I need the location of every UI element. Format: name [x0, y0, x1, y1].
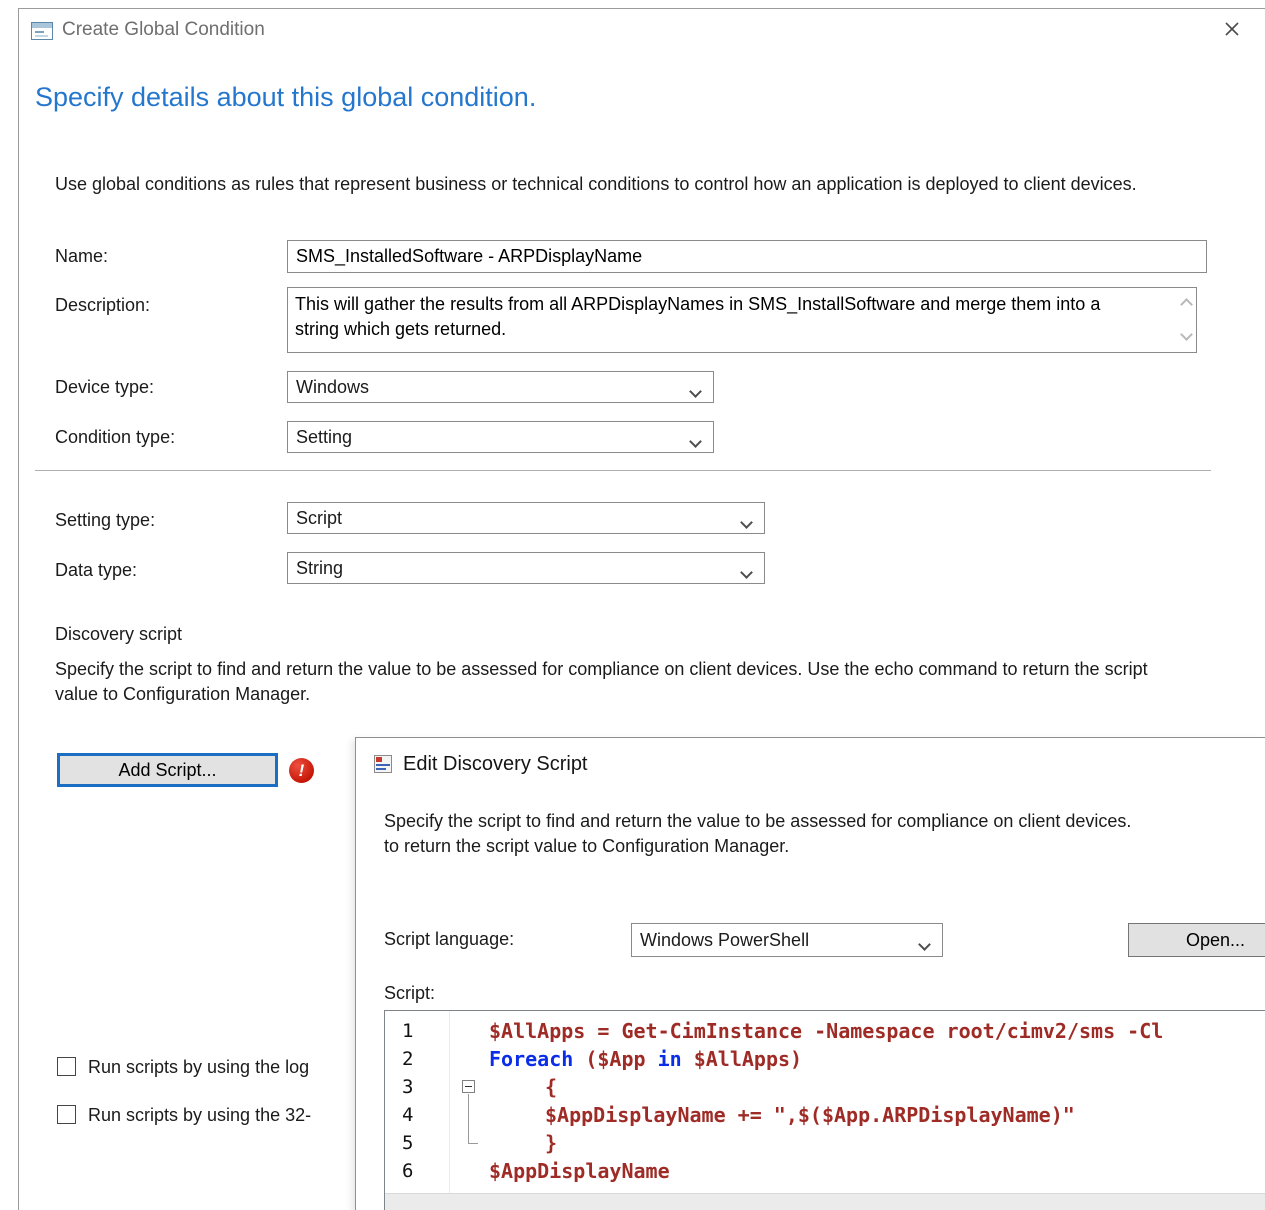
name-input[interactable] — [287, 240, 1207, 273]
fold-toggle-icon[interactable] — [462, 1080, 475, 1093]
script-code-editor[interactable]: 1 $AllApps = Get-CimInstance -Namespace r… — [384, 1010, 1265, 1210]
code-text: $AllApps = Get-CimInstance -Namespace ro… — [489, 1017, 1163, 1045]
condition-type-select[interactable]: Setting — [287, 421, 714, 453]
window-icon — [30, 19, 54, 43]
name-label: Name: — [55, 246, 108, 267]
device-type-label: Device type: — [55, 377, 154, 398]
data-type-label: Data type: — [55, 560, 137, 581]
line-number: 5 — [385, 1129, 449, 1157]
line-number: 3 — [385, 1073, 449, 1101]
edit-discovery-script-dialog: Edit Discovery Script Specify the script… — [355, 737, 1265, 1210]
code-line[interactable]: 3{ — [385, 1073, 1265, 1101]
chevron-down-icon — [691, 380, 700, 401]
discovery-script-title: Discovery script — [55, 624, 182, 645]
chevron-down-icon — [691, 430, 700, 451]
chevron-down-icon — [742, 561, 751, 582]
run-scripts-32bit-label: Run scripts by using the 32- — [88, 1105, 311, 1126]
description-label: Description: — [55, 295, 150, 316]
code-line[interactable]: 2 Foreach ($App in $AllApps) — [385, 1045, 1265, 1073]
discovery-script-description: Specify the script to find and return th… — [55, 657, 1155, 707]
code-text: { — [489, 1073, 557, 1101]
open-button[interactable]: Open... — [1128, 923, 1265, 957]
code-line[interactable]: 5} — [385, 1129, 1265, 1157]
close-button[interactable] — [1219, 16, 1245, 42]
data-type-select[interactable]: String — [287, 552, 765, 584]
edit-dialog-title: Edit Discovery Script — [403, 753, 588, 776]
condition-type-label: Condition type: — [55, 427, 175, 448]
code-line[interactable]: 4 $AppDisplayName += ",$($App.ARPDisplayN… — [385, 1101, 1265, 1129]
close-icon — [1222, 19, 1242, 39]
code-text: $AppDisplayName — [489, 1157, 670, 1185]
edit-dialog-description-line2: to return the script value to Configurat… — [384, 836, 1265, 857]
script-language-label: Script language: — [384, 929, 514, 950]
create-global-condition-window: Create Global Condition Specify details … — [0, 0, 1265, 1210]
line-number: 4 — [385, 1101, 449, 1129]
chevron-down-icon — [742, 511, 751, 532]
run-scripts-logged-on-user-label: Run scripts by using the log — [88, 1057, 309, 1078]
line-number: 1 — [385, 1017, 449, 1045]
device-type-select[interactable]: Windows — [287, 371, 714, 403]
script-language-select[interactable]: Windows PowerShell — [631, 923, 943, 957]
code-line[interactable]: 6 $AppDisplayName — [385, 1157, 1265, 1185]
fold-margin — [449, 1073, 489, 1101]
script-dialog-icon — [372, 753, 394, 775]
validation-error-icon: ! — [289, 758, 314, 783]
intro-text: Use global conditions as rules that repr… — [55, 172, 1155, 197]
description-textarea[interactable]: This will gather the results from all AR… — [288, 288, 1133, 352]
data-type-value: String — [296, 558, 343, 579]
run-scripts-logged-on-user-checkbox[interactable] — [57, 1057, 76, 1076]
fold-margin — [449, 1017, 489, 1045]
section-divider — [35, 470, 1211, 471]
line-number: 2 — [385, 1045, 449, 1073]
chevron-down-icon — [920, 933, 929, 954]
fold-margin — [449, 1101, 489, 1129]
condition-type-value: Setting — [296, 427, 352, 448]
horizontal-scrollbar[interactable] — [385, 1193, 1265, 1210]
code-text: Foreach ($App in $AllApps) — [489, 1045, 802, 1073]
line-number: 6 — [385, 1157, 449, 1185]
add-script-button[interactable]: Add Script... — [57, 753, 278, 787]
window-title: Create Global Condition — [62, 19, 265, 41]
description-field: This will gather the results from all AR… — [287, 287, 1197, 353]
script-label: Script: — [384, 983, 435, 1004]
code-text: $AppDisplayName += ",$($App.ARPDisplayNa… — [489, 1101, 1075, 1129]
setting-type-select[interactable]: Script — [287, 502, 765, 534]
scroll-up-icon[interactable] — [1182, 296, 1191, 314]
code-editor-lines: 1 $AllApps = Get-CimInstance -Namespace r… — [385, 1017, 1265, 1185]
fold-margin — [449, 1045, 489, 1073]
fold-margin — [449, 1129, 489, 1157]
device-type-value: Windows — [296, 377, 369, 398]
setting-type-value: Script — [296, 508, 342, 529]
fold-margin — [449, 1157, 489, 1185]
scroll-down-icon[interactable] — [1182, 326, 1191, 344]
page-title: Specify details about this global condit… — [35, 82, 536, 113]
code-line[interactable]: 1 $AllApps = Get-CimInstance -Namespace r… — [385, 1017, 1265, 1045]
run-scripts-32bit-checkbox[interactable] — [57, 1105, 76, 1124]
code-text: } — [489, 1129, 557, 1157]
setting-type-label: Setting type: — [55, 510, 155, 531]
script-language-value: Windows PowerShell — [640, 930, 809, 951]
edit-dialog-description-line1: Specify the script to find and return th… — [384, 811, 1265, 832]
